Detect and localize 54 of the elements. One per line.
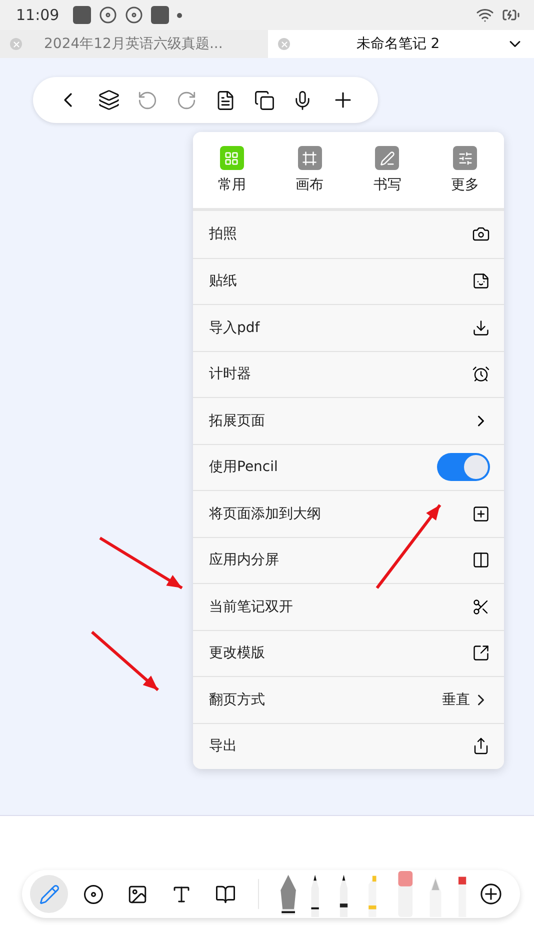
menu-item-label: 当前笔记双开 (209, 598, 293, 616)
pencil-icon[interactable] (30, 875, 68, 913)
pen-icon (375, 146, 400, 170)
menu-item-label: 拍照 (209, 225, 237, 244)
menu-item[interactable]: 当前笔记双开 (193, 583, 504, 630)
share-icon (472, 737, 490, 756)
document-tab[interactable]: 2024年12月英语六级真题... (0, 30, 268, 58)
menu-item[interactable]: 拍照 (193, 211, 504, 258)
menu-item[interactable]: 导入pdf (193, 304, 504, 350)
external-link-icon (472, 644, 490, 662)
more-dot-icon (177, 12, 182, 18)
sliders-icon (453, 146, 478, 170)
undo-icon[interactable] (137, 90, 158, 110)
download-icon (472, 318, 490, 337)
row-value: 垂直 (442, 690, 470, 709)
redo-icon[interactable] (176, 90, 198, 110)
alarm-clock-icon (472, 365, 490, 384)
copy-icon[interactable] (254, 90, 275, 110)
menu-item-label: 使用Pencil (209, 458, 278, 476)
notification-icon (99, 6, 118, 24)
category-tab[interactable]: 常用 (193, 132, 271, 208)
category-tab[interactable]: 画布 (270, 132, 348, 208)
menu-item-label: 计时器 (209, 365, 251, 384)
square-plus-icon (472, 504, 490, 523)
menu-item[interactable]: 使用Pencil (193, 444, 504, 490)
menu-item-label: 将页面添加到大纲 (209, 504, 321, 523)
menu-item-label: 翻页方式 (209, 690, 265, 709)
wifi-icon (476, 6, 494, 24)
menu-item[interactable]: 应用内分屏 (193, 536, 504, 583)
menu-item[interactable]: 贴纸 (193, 258, 504, 304)
menu-item[interactable]: 拓展页面 (193, 397, 504, 444)
menu-item-label: 贴纸 (209, 272, 237, 290)
status-time: 11:09 (16, 6, 60, 24)
menu-item-label: 更改模版 (209, 644, 265, 662)
menu-item-label: 导出 (209, 737, 237, 756)
camera-icon (472, 225, 490, 244)
menu-item-label: 拓展页面 (209, 412, 265, 430)
notification-icon (151, 6, 170, 24)
menu-item[interactable]: 更改模版 (193, 630, 504, 676)
layers-icon[interactable] (98, 89, 120, 111)
menu-item[interactable]: 计时器 (193, 350, 504, 397)
toggle-switch[interactable] (437, 453, 490, 482)
columns-icon (472, 551, 490, 570)
menu-item-label: 应用内分屏 (209, 551, 279, 570)
notification-icon (125, 6, 144, 24)
menu-item[interactable]: 翻页方式 垂直 (193, 676, 504, 722)
notification-icon (73, 6, 92, 24)
category-tab[interactable]: 更多 (426, 132, 504, 208)
sticker-icon (472, 272, 490, 290)
category-tab[interactable]: 书写 (348, 132, 426, 208)
grid-icon (220, 146, 244, 170)
menu-item[interactable]: 导出 (193, 722, 504, 769)
menu-item-label: 导入pdf (209, 318, 260, 337)
annotation-arrow (91, 630, 159, 692)
